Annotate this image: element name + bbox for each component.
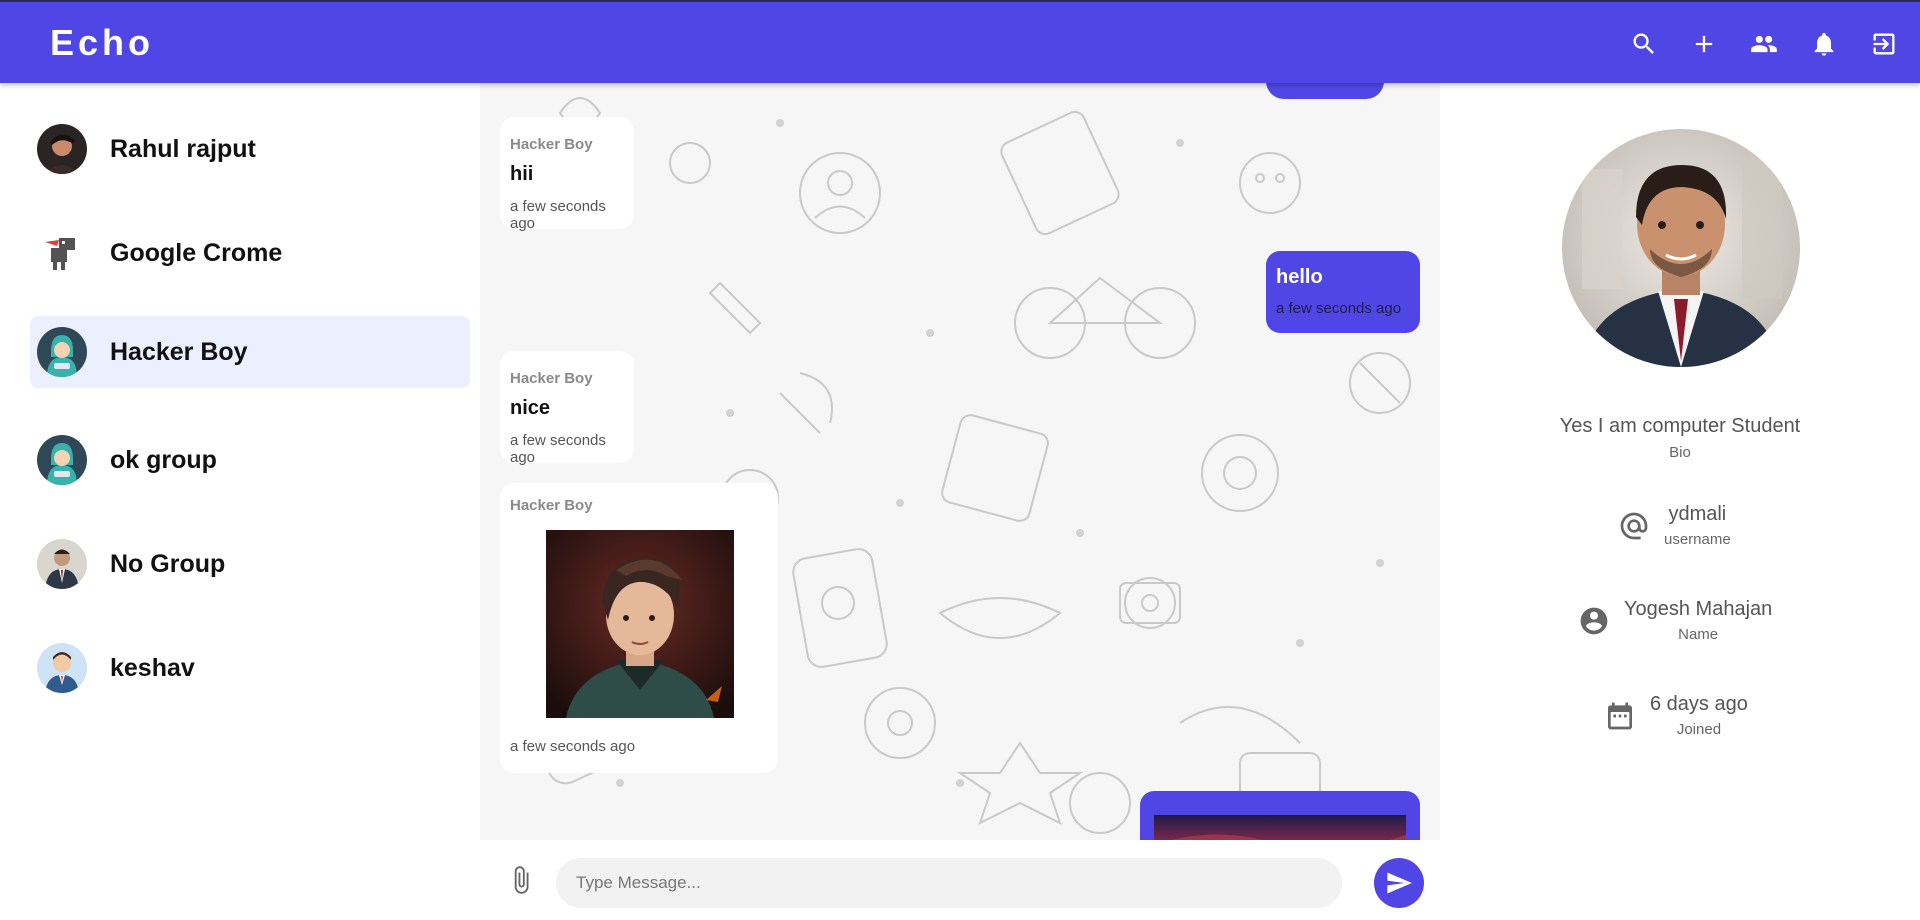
brand-logo: Echo (50, 22, 155, 63)
joined-value: 6 days ago (1650, 693, 1748, 715)
name-value: Yogesh Mahajan (1624, 598, 1773, 620)
calendar-icon (1604, 700, 1636, 732)
message-text: hii (510, 163, 534, 185)
message-bubble-incoming: Hacker Boy a few seconds ago (500, 483, 778, 773)
contact-item-no-group[interactable]: No Group (30, 528, 470, 600)
search-icon[interactable] (1626, 26, 1662, 62)
send-icon (1387, 872, 1412, 894)
groups-icon[interactable] (1746, 26, 1782, 62)
contact-name: Hacker Boy (110, 337, 248, 366)
message-sender: Hacker Boy (510, 136, 593, 153)
message-time: a few seconds ago (1276, 300, 1402, 317)
message-text: hello (1276, 266, 1323, 288)
avatar (37, 539, 87, 589)
message-bubble-outgoing (1140, 791, 1420, 840)
app-bar: Echo (0, 0, 1920, 83)
boy-portrait-image[interactable] (546, 530, 734, 718)
message-sender: Hacker Boy (510, 370, 593, 387)
chat-window[interactable]: Hacker Boy hii a few seconds ago hello a… (480, 83, 1440, 840)
message-bubble-incoming: Hacker Boy hii a few seconds ago (500, 117, 634, 232)
contact-item-rahul-rajput[interactable]: Rahul rajput (30, 113, 470, 185)
app-bar-actions (1626, 26, 1902, 62)
message-time: a few seconds ago (510, 738, 636, 755)
avatar (37, 643, 87, 693)
contact-name: ok group (110, 445, 217, 474)
joined-label: Joined (1676, 721, 1722, 738)
message-composer (480, 840, 1440, 920)
profile-photo[interactable] (1562, 129, 1800, 367)
bio-label: Bio (1669, 444, 1691, 461)
avatar (37, 228, 87, 278)
logout-icon[interactable] (1866, 26, 1902, 62)
username-row: ydmali username (1618, 503, 1731, 548)
contact-name: Rahul rajput (110, 134, 256, 163)
account-icon (1578, 605, 1610, 637)
add-icon[interactable] (1686, 26, 1722, 62)
message-bubble-incoming: Hacker Boy nice a few seconds ago (500, 351, 634, 466)
message-input[interactable] (556, 858, 1342, 908)
contact-item-hacker-boy[interactable]: Hacker Boy (30, 316, 470, 388)
message-bubble-outgoing (1266, 83, 1384, 99)
contact-name: Google Crome (110, 238, 283, 267)
contact-item-ok-group[interactable]: ok group (30, 424, 470, 496)
message-bubble-outgoing: hello a few seconds ago (1266, 251, 1420, 333)
contact-item-keshav[interactable]: keshav (30, 632, 470, 704)
bio-value: Yes I am computer Student (1559, 415, 1801, 437)
sunset-image[interactable] (1154, 815, 1406, 840)
message-time: a few seconds ago (510, 432, 606, 466)
username-value: ydmali (1668, 503, 1727, 525)
notifications-icon[interactable] (1806, 26, 1842, 62)
profile-panel: Yes I am computer Student Bio ydmali use… (1440, 83, 1920, 920)
contact-item-google-crome[interactable]: Google Crome (30, 217, 470, 289)
avatar (37, 327, 87, 377)
message-time: a few seconds ago (510, 198, 606, 232)
avatar (37, 124, 87, 174)
name-label: Name (1678, 626, 1719, 643)
message-sender: Hacker Boy (510, 497, 593, 514)
contact-name: keshav (110, 653, 195, 682)
bio-section: Yes I am computer Student Bio (1440, 415, 1920, 461)
avatar (37, 435, 87, 485)
message-text: nice (510, 397, 551, 419)
contact-name: No Group (110, 549, 226, 578)
attach-icon[interactable] (506, 862, 536, 898)
contacts-sidebar: Rahul rajput Google Crome Hacker Boy ok … (0, 83, 480, 920)
send-button[interactable] (1374, 858, 1424, 908)
name-row: Yogesh Mahajan Name (1578, 598, 1772, 643)
joined-row: 6 days ago Joined (1604, 693, 1748, 738)
username-label: username (1664, 531, 1731, 548)
at-icon (1618, 510, 1650, 542)
